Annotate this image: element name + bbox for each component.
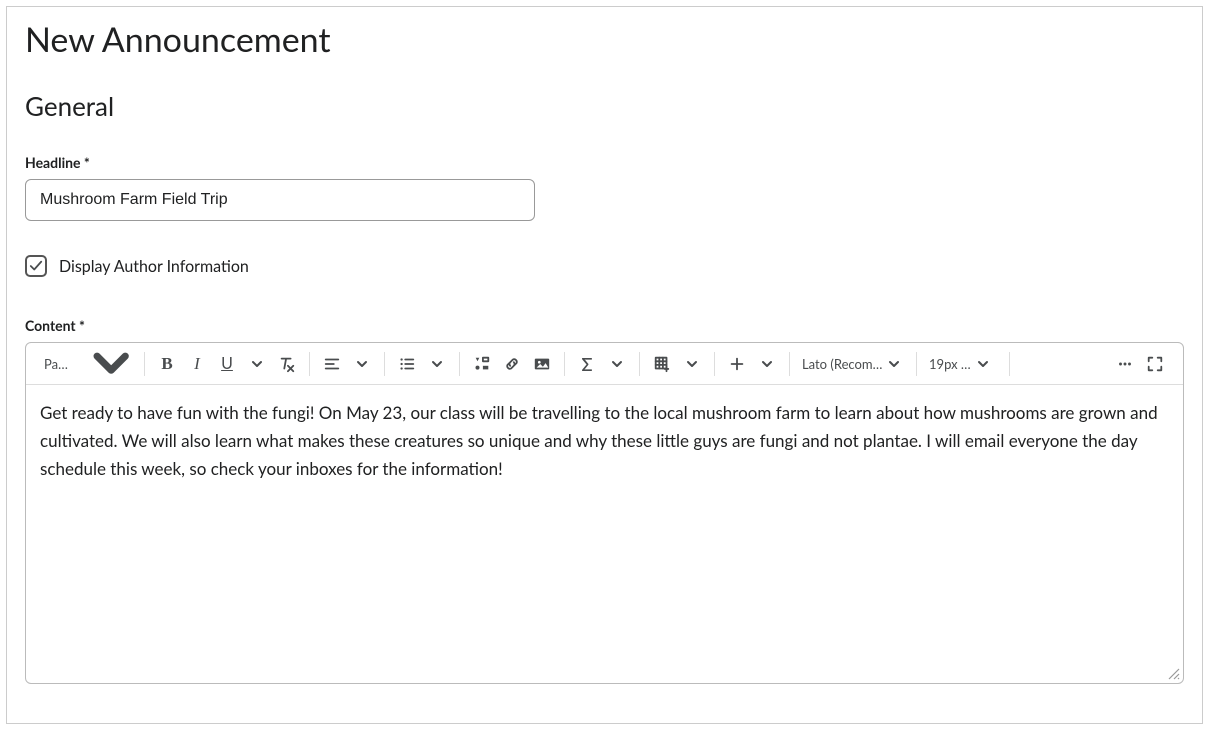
more-actions-button[interactable] — [1111, 349, 1139, 379]
announcement-form-panel: New Announcement General Headline * Disp… — [6, 6, 1203, 724]
table-button[interactable] — [648, 349, 676, 379]
equation-more-button[interactable] — [603, 349, 631, 379]
fullscreen-button[interactable] — [1141, 349, 1169, 379]
font-size-select[interactable]: 19px … — [925, 356, 1001, 372]
link-icon — [503, 355, 521, 373]
bullet-list-icon — [398, 355, 416, 373]
chevron-down-icon — [356, 358, 368, 370]
chevron-down-icon — [888, 358, 900, 370]
plus-icon — [728, 355, 746, 373]
display-author-checkbox[interactable] — [25, 255, 47, 277]
align-more-button[interactable] — [348, 349, 376, 379]
table-more-button[interactable] — [678, 349, 706, 379]
chevron-down-icon — [977, 358, 989, 370]
paragraph-style-select[interactable]: Paragraph — [40, 342, 136, 384]
fullscreen-icon — [1146, 355, 1164, 373]
clear-format-button[interactable] — [273, 349, 301, 379]
italic-button[interactable]: I — [183, 349, 211, 379]
equation-button[interactable]: Σ — [573, 349, 601, 379]
ellipsis-icon — [1116, 355, 1134, 373]
chevron-down-icon — [611, 358, 623, 370]
rich-text-editor: Paragraph B I U — [25, 342, 1184, 684]
headline-input[interactable] — [25, 179, 535, 221]
sigma-icon: Σ — [582, 353, 593, 375]
content-editor-body[interactable]: Get ready to have fun with the fungi! On… — [26, 385, 1183, 683]
chevron-down-icon — [761, 358, 773, 370]
font-family-select[interactable]: Lato (Recom… — [798, 356, 908, 372]
bold-icon: B — [161, 354, 172, 374]
page-title: New Announcement — [25, 19, 1184, 60]
resize-handle-icon[interactable] — [1167, 667, 1181, 681]
insert-more-dropdown[interactable] — [753, 349, 781, 379]
display-author-label: Display Author Information — [59, 257, 249, 276]
image-icon — [533, 355, 551, 373]
chevron-down-icon — [251, 358, 263, 370]
table-icon — [653, 355, 671, 373]
align-left-icon — [323, 355, 341, 373]
underline-icon: U — [221, 354, 233, 373]
insert-stuff-button[interactable] — [468, 349, 496, 379]
align-button[interactable] — [318, 349, 346, 379]
list-button[interactable] — [393, 349, 421, 379]
underline-button[interactable]: U — [213, 349, 241, 379]
clear-format-icon — [278, 355, 296, 373]
section-title: General — [25, 90, 1184, 122]
editor-toolbar: Paragraph B I U — [26, 343, 1183, 385]
underline-more-button[interactable] — [243, 349, 271, 379]
checkmark-icon — [29, 259, 43, 273]
headline-label: Headline * — [25, 154, 1184, 171]
insert-stuff-icon — [473, 355, 491, 373]
insert-image-button[interactable] — [528, 349, 556, 379]
chevron-down-icon — [431, 358, 443, 370]
chevron-down-icon — [90, 342, 132, 384]
content-label: Content * — [25, 317, 1184, 334]
insert-link-button[interactable] — [498, 349, 526, 379]
italic-icon: I — [194, 354, 200, 374]
bold-button[interactable]: B — [153, 349, 181, 379]
list-more-button[interactable] — [423, 349, 451, 379]
insert-more-button[interactable] — [723, 349, 751, 379]
chevron-down-icon — [686, 358, 698, 370]
